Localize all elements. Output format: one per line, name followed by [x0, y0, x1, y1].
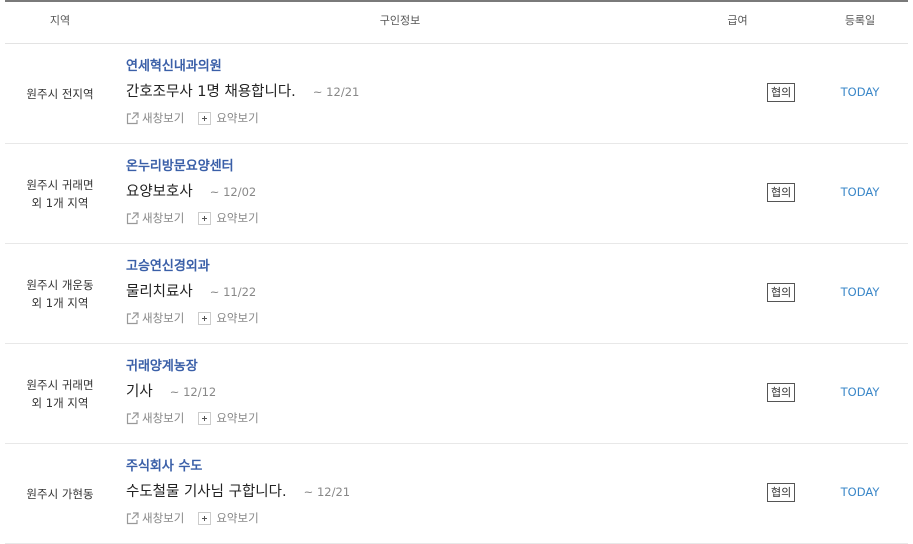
summary-label: 요약보기 [216, 311, 259, 325]
summary-button[interactable]: 요약보기 [184, 310, 259, 326]
job-title-link[interactable]: 기사 [126, 384, 153, 400]
new-window-label: 새창보기 [142, 111, 185, 125]
table-row: 원주시 가현동 주식회사 수도 수도철물 기사님 구합니다. ~ 12/21 새… [5, 444, 908, 544]
salary-badge: 협의 [767, 283, 796, 302]
header-info: 구인정보 [379, 14, 421, 27]
new-window-label: 새창보기 [142, 311, 185, 325]
table-row: 원주시 전지역 연세혁신내과의원 간호조무사 1명 채용합니다. ~ 12/21… [5, 44, 908, 144]
deadline: ~ 12/12 [169, 385, 217, 399]
table-row: 원주시 귀래면 외 1개 지역 귀래양계농장 기사 ~ 12/12 새창보기 요… [5, 344, 908, 444]
registration-date: TODAY [840, 485, 880, 499]
job-title-link[interactable]: 수도철물 기사님 구합니다. [126, 484, 287, 500]
plus-icon [198, 411, 212, 425]
company-name-link[interactable]: 연세혁신내과의원 [126, 55, 222, 74]
external-link-icon [126, 311, 139, 324]
deadline: ~ 12/21 [303, 485, 351, 499]
new-window-label: 새창보기 [142, 211, 185, 225]
company-name-link[interactable]: 주식회사 수도 [126, 455, 202, 474]
plus-icon [198, 111, 212, 125]
new-window-label: 새창보기 [142, 411, 185, 425]
job-title-link[interactable]: 간호조무사 1명 채용합니다. [126, 84, 296, 100]
job-title-link[interactable]: 물리치료사 [126, 284, 193, 300]
region-line2: 외 1개 지역 [31, 195, 89, 210]
region-line1: 원주시 개운동 [26, 277, 94, 292]
plus-icon [198, 211, 212, 225]
summary-button[interactable]: 요약보기 [184, 510, 259, 526]
external-link-icon [126, 411, 139, 424]
new-window-label: 새창보기 [142, 511, 185, 525]
summary-label: 요약보기 [216, 411, 259, 425]
table-row: 원주시 개운동 외 1개 지역 고승연신경외과 물리치료사 ~ 11/22 새창… [5, 244, 908, 344]
region-cell: 원주시 개운동 외 1개 지역 [5, 244, 115, 343]
registration-date: TODAY [840, 285, 880, 299]
company-name-link[interactable]: 귀래양계농장 [126, 355, 198, 374]
external-link-icon [126, 211, 139, 224]
new-window-button[interactable]: 새창보기 [126, 210, 184, 226]
deadline: ~ 12/21 [312, 85, 360, 99]
summary-button[interactable]: 요약보기 [184, 210, 259, 226]
company-name-link[interactable]: 고승연신경외과 [126, 255, 210, 274]
summary-button[interactable]: 요약보기 [184, 110, 259, 126]
header-salary: 급여 [727, 14, 748, 27]
header-date: 등록일 [844, 14, 876, 27]
registration-date: TODAY [840, 185, 880, 199]
region-line1: 원주시 가현동 [26, 486, 94, 501]
salary-badge: 협의 [767, 483, 796, 502]
region-cell: 원주시 귀래면 외 1개 지역 [5, 144, 115, 243]
plus-icon [198, 311, 212, 325]
region-cell: 원주시 전지역 [5, 44, 115, 143]
job-list-table: 지역 구인정보 급여 등록일 원주시 전지역 연세혁신내과의원 간호조무사 1명… [5, 0, 908, 544]
region-line1: 원주시 귀래면 [26, 177, 94, 192]
new-window-button[interactable]: 새창보기 [126, 310, 184, 326]
region-cell: 원주시 가현동 [5, 444, 115, 543]
summary-label: 요약보기 [216, 511, 259, 525]
summary-button[interactable]: 요약보기 [184, 410, 259, 426]
region-line1: 원주시 귀래면 [26, 377, 94, 392]
external-link-icon [126, 511, 139, 524]
region-line2: 외 1개 지역 [31, 295, 89, 310]
registration-date: TODAY [840, 385, 880, 399]
salary-badge: 협의 [767, 383, 796, 402]
job-title-link[interactable]: 요양보호사 [126, 184, 193, 200]
deadline: ~ 12/02 [209, 185, 257, 199]
external-link-icon [126, 111, 139, 124]
company-name-link[interactable]: 온누리방문요양센터 [126, 155, 234, 174]
new-window-button[interactable]: 새창보기 [126, 110, 184, 126]
table-body: 원주시 전지역 연세혁신내과의원 간호조무사 1명 채용합니다. ~ 12/21… [5, 44, 908, 544]
salary-badge: 협의 [767, 183, 796, 202]
region-line2: 외 1개 지역 [31, 395, 89, 410]
salary-badge: 협의 [767, 83, 796, 102]
summary-label: 요약보기 [216, 211, 259, 225]
table-header: 지역 구인정보 급여 등록일 [5, 0, 908, 44]
region-line1: 원주시 전지역 [26, 86, 94, 101]
table-row: 원주시 귀래면 외 1개 지역 온누리방문요양센터 요양보호사 ~ 12/02 … [5, 144, 908, 244]
registration-date: TODAY [840, 85, 880, 99]
new-window-button[interactable]: 새창보기 [126, 410, 184, 426]
summary-label: 요약보기 [216, 111, 259, 125]
deadline: ~ 11/22 [209, 285, 257, 299]
header-region: 지역 [49, 14, 71, 27]
region-cell: 원주시 귀래면 외 1개 지역 [5, 344, 115, 443]
plus-icon [198, 511, 212, 525]
new-window-button[interactable]: 새창보기 [126, 510, 184, 526]
